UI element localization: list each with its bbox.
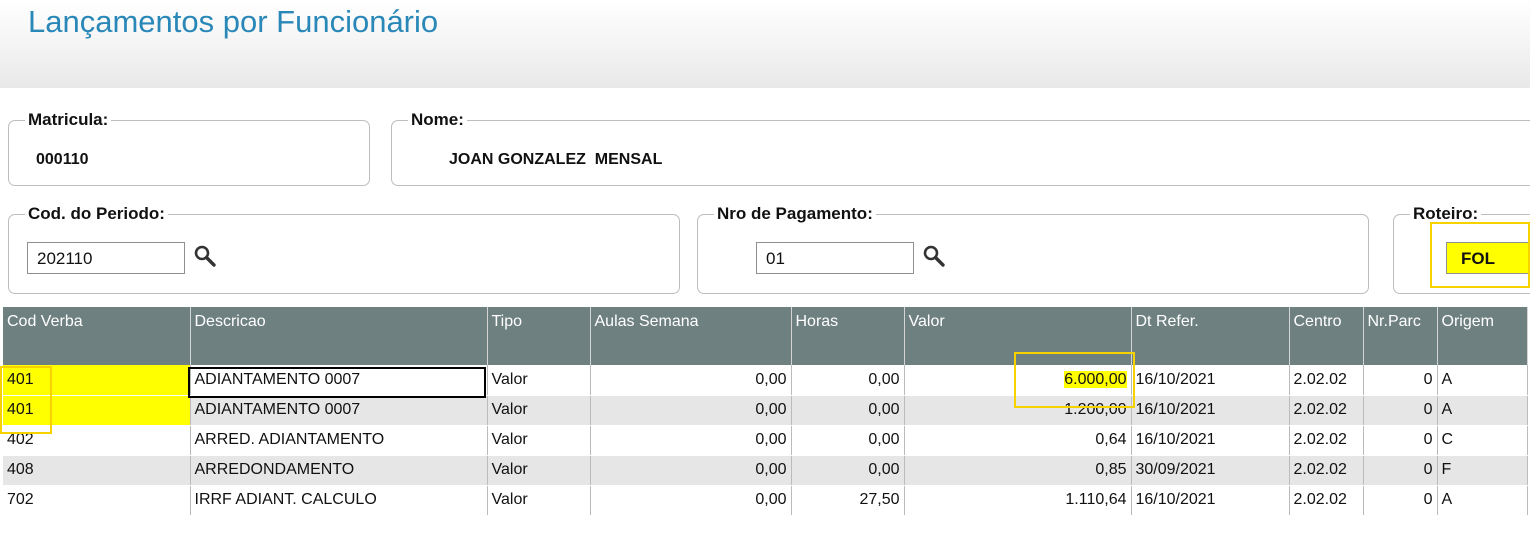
roteiro-highlight [1430, 222, 1530, 288]
table-row[interactable]: 401 ADIANTAMENTO 0007 Valor 0,00 0,00 6.… [3, 365, 1528, 396]
cell-descricao[interactable]: IRRF ADIANT. CALCULO [190, 485, 488, 516]
cell-nr-parc[interactable]: 0 [1363, 485, 1438, 516]
nome-group: Nome: [391, 110, 1530, 186]
col-header-tipo[interactable]: Tipo [487, 307, 591, 365]
pagamento-label: Nro de Pagamento: [717, 204, 873, 223]
cell-origem[interactable]: C [1437, 425, 1528, 456]
periodo-input[interactable]: 202110 [27, 242, 185, 274]
roteiro-label: Roteiro: [1413, 204, 1479, 223]
cell-origem[interactable]: A [1437, 395, 1528, 426]
cell-origem[interactable]: A [1437, 365, 1528, 396]
col-header-dt-refer[interactable]: Dt Refer. [1131, 307, 1290, 365]
cell-descricao[interactable]: ADIANTAMENTO 0007 [190, 395, 488, 426]
cell-nr-parc[interactable]: 0 [1363, 395, 1438, 426]
periodo-label: Cod. do Periodo: [28, 204, 165, 223]
cell-aulas-semana[interactable]: 0,00 [590, 395, 792, 426]
cell-horas[interactable]: 0,00 [791, 455, 905, 486]
col-header-origem[interactable]: Origem [1437, 307, 1528, 365]
cell-aulas-semana[interactable]: 0,00 [590, 455, 792, 486]
cell-origem[interactable]: A [1437, 485, 1528, 516]
search-icon[interactable] [193, 244, 217, 268]
grid-header-row: Cod Verba Descricao Tipo Aulas Semana Ho… [3, 307, 1528, 365]
cell-horas[interactable]: 0,00 [791, 395, 905, 426]
cell-dt-refer[interactable]: 16/10/2021 [1131, 485, 1290, 516]
cell-nr-parc[interactable]: 0 [1363, 365, 1438, 396]
cell-dt-refer[interactable]: 16/10/2021 [1131, 425, 1290, 456]
cell-centro[interactable]: 2.02.02 [1289, 395, 1364, 426]
cell-cod-verba[interactable]: 702 [3, 485, 191, 516]
matricula-label: Matricula: [28, 110, 109, 129]
table-row[interactable]: 402 ARRED. ADIANTAMENTO Valor 0,00 0,00 … [3, 425, 1528, 456]
cell-horas[interactable]: 27,50 [791, 485, 905, 516]
cell-centro[interactable]: 2.02.02 [1289, 365, 1364, 396]
cell-aulas-semana[interactable]: 0,00 [590, 425, 792, 456]
cell-descricao[interactable]: ADIANTAMENTO 0007 [190, 365, 488, 396]
cell-tipo[interactable]: Valor [487, 455, 591, 486]
pagamento-input[interactable]: 01 [756, 242, 914, 274]
matricula-group: Matricula: [8, 110, 370, 186]
cell-aulas-semana[interactable]: 0,00 [590, 365, 792, 396]
title-bar: Lançamentos por Funcionário [0, 0, 1530, 88]
cell-horas[interactable]: 0,00 [791, 425, 905, 456]
cell-dt-refer[interactable]: 30/09/2021 [1131, 455, 1290, 486]
cell-dt-refer[interactable]: 16/10/2021 [1131, 395, 1290, 426]
cell-descricao[interactable]: ARRED. ADIANTAMENTO [190, 425, 488, 456]
col-header-nr-parc[interactable]: Nr.Parc [1363, 307, 1438, 365]
cell-valor[interactable]: 1.110,64 [904, 485, 1132, 516]
cell-tipo[interactable]: Valor [487, 365, 591, 396]
nome-label: Nome: [411, 110, 464, 129]
page-title: Lançamentos por Funcionário [28, 4, 439, 39]
cell-tipo[interactable]: Valor [487, 485, 591, 516]
col-header-horas[interactable]: Horas [791, 307, 905, 365]
cell-nr-parc[interactable]: 0 [1363, 455, 1438, 486]
cell-tipo[interactable]: Valor [487, 425, 591, 456]
cell-valor[interactable]: 0,64 [904, 425, 1132, 456]
cell-horas[interactable]: 0,00 [791, 365, 905, 396]
cell-descricao[interactable]: ARREDONDAMENTO [190, 455, 488, 486]
col-header-descricao[interactable]: Descricao [190, 307, 488, 365]
table-row[interactable]: 408 ARREDONDAMENTO Valor 0,00 0,00 0,85 … [3, 455, 1528, 486]
cell-dt-refer[interactable]: 16/10/2021 [1131, 365, 1290, 396]
search-icon[interactable] [922, 244, 946, 268]
cell-centro[interactable]: 2.02.02 [1289, 425, 1364, 456]
cell-tipo[interactable]: Valor [487, 395, 591, 426]
cell-cod-verba[interactable]: 408 [3, 455, 191, 486]
cell-valor[interactable]: 0,85 [904, 455, 1132, 486]
nome-value: JOAN GONZALEZ MENSAL [449, 151, 663, 168]
valor-highlight [1014, 352, 1135, 408]
cell-origem[interactable]: F [1437, 455, 1528, 486]
col-header-aulas-semana[interactable]: Aulas Semana [590, 307, 792, 365]
col-header-cod-verba[interactable]: Cod Verba [3, 307, 191, 365]
cell-aulas-semana[interactable]: 0,00 [590, 485, 792, 516]
cell-centro[interactable]: 2.02.02 [1289, 485, 1364, 516]
table-row[interactable]: 702 IRRF ADIANT. CALCULO Valor 0,00 27,5… [3, 485, 1528, 516]
cod-verba-highlight [0, 366, 52, 434]
cell-centro[interactable]: 2.02.02 [1289, 455, 1364, 486]
matricula-value: 000110 [36, 151, 89, 168]
lancamentos-grid: Cod Verba Descricao Tipo Aulas Semana Ho… [3, 307, 1528, 516]
col-header-centro[interactable]: Centro [1289, 307, 1364, 365]
cell-nr-parc[interactable]: 0 [1363, 425, 1438, 456]
table-row[interactable]: 401 ADIANTAMENTO 0007 Valor 0,00 0,00 1.… [3, 395, 1528, 426]
